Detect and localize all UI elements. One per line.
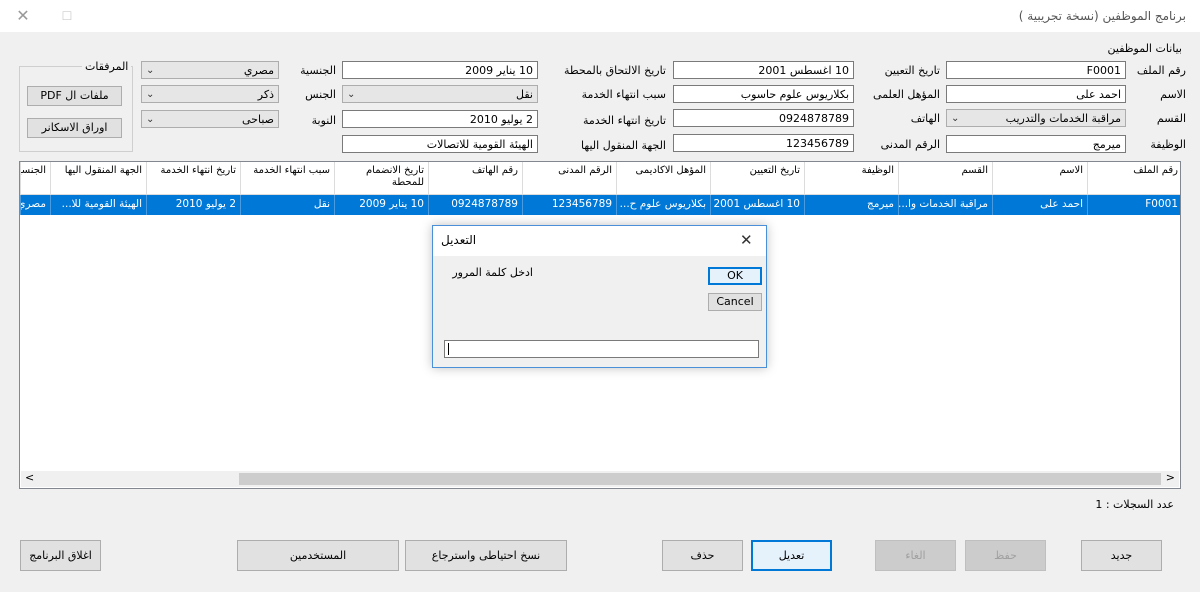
gender-combo[interactable]: ذكر ⌄: [141, 85, 279, 103]
nationality-combo[interactable]: مصري ⌄: [141, 61, 279, 79]
table-cell[interactable]: بكلاريوس علوم ح...: [616, 195, 710, 215]
scanner-papers-button[interactable]: اوراق الاسكانر: [27, 118, 122, 138]
title-bar: ✕ ☐ برنامج الموظفين (نسخة تجريبية ): [0, 0, 1200, 32]
shift-label: النوبة: [311, 114, 336, 127]
phone-field[interactable]: 0924878789: [673, 109, 854, 127]
civil-no-field[interactable]: 123456789: [673, 134, 854, 152]
hire-date-field[interactable]: 10 اغسطس 2001: [673, 61, 854, 79]
table-cell[interactable]: نقل: [240, 195, 334, 215]
scroll-right-icon[interactable]: >: [1166, 471, 1175, 484]
department-label: القسم: [1156, 112, 1186, 125]
join-date-field[interactable]: 10 يناير 2009: [342, 61, 538, 79]
maximize-icon[interactable]: ☐: [56, 6, 78, 26]
department-value: مراقبة الخدمات والتدريب: [1005, 112, 1121, 125]
civil-no-label: الرقم المدنى: [880, 138, 940, 151]
nationality-label: الجنسية: [300, 64, 336, 77]
chevron-down-icon: ⌄: [347, 89, 356, 100]
table-cell[interactable]: الهيئة القومية للا...: [50, 195, 146, 215]
department-combo[interactable]: مراقبة الخدمات والتدريب ⌄: [946, 109, 1126, 127]
hire-date-label: تاريخ التعيين: [884, 64, 940, 77]
column-header[interactable]: تاريخ الانضمام للمحطة: [334, 162, 428, 195]
file-no-label: رقم الملف: [1136, 64, 1186, 77]
phone-label: الهاتف: [910, 112, 940, 125]
column-header[interactable]: رقم الهاتف: [428, 162, 522, 195]
pdf-files-button[interactable]: ملفات ال PDF: [27, 86, 122, 106]
password-input[interactable]: [444, 340, 759, 358]
column-header[interactable]: الجنسية: [20, 162, 50, 195]
table-cell[interactable]: 0924878789: [428, 195, 522, 215]
cancel-button[interactable]: الغاء: [875, 540, 956, 571]
nationality-value: مصري: [243, 64, 274, 77]
column-header[interactable]: تاريخ التعيين: [710, 162, 804, 195]
edit-button[interactable]: تعديل: [751, 540, 832, 571]
dialog-title-bar: التعديل: [433, 226, 766, 256]
table-cell[interactable]: ميرمج: [804, 195, 898, 215]
gender-value: ذكر: [257, 88, 274, 101]
dialog-title: التعديل: [441, 233, 477, 247]
shift-combo[interactable]: صباحى ⌄: [141, 110, 279, 128]
end-reason-label: سبب انتهاء الخدمة: [581, 88, 666, 101]
backup-restore-button[interactable]: نسخ احتياطى واسترجاع: [405, 540, 567, 571]
shift-value: صباحى: [242, 113, 274, 126]
gender-label: الجنس: [305, 88, 336, 101]
table-cell[interactable]: F0001: [1087, 195, 1180, 215]
end-reason-value: نقل: [516, 88, 533, 101]
column-header[interactable]: الاسم: [992, 162, 1087, 195]
close-program-button[interactable]: اغلاق البرنامج: [20, 540, 101, 571]
record-count: عدد السجلات : 1: [1095, 498, 1174, 511]
column-header[interactable]: الوظيفة: [804, 162, 898, 195]
column-header[interactable]: المؤهل الاكاديمى: [616, 162, 710, 195]
window-title: برنامج الموظفين (نسخة تجريبية ): [1018, 9, 1186, 23]
new-button[interactable]: جديد: [1081, 540, 1162, 571]
dialog-close-icon[interactable]: ✕: [740, 231, 753, 249]
transfer-to-label: الجهة المنقول اليها: [581, 139, 666, 152]
column-header[interactable]: الرقم المدنى: [522, 162, 616, 195]
delete-button[interactable]: حذف: [662, 540, 743, 571]
qualification-label: المؤهل العلمى: [873, 88, 940, 101]
transfer-to-field[interactable]: الهيئة القومية للاتصالات: [342, 135, 538, 153]
password-dialog: التعديل ✕ ادخل كلمة المرور OK Cancel: [432, 225, 767, 368]
column-header[interactable]: رقم الملف: [1087, 162, 1180, 195]
close-icon[interactable]: ✕: [12, 6, 34, 26]
scrollbar-thumb[interactable]: [239, 473, 1161, 485]
dialog-cancel-button[interactable]: Cancel: [708, 293, 762, 311]
horizontal-scrollbar[interactable]: < >: [21, 471, 1179, 487]
end-reason-combo[interactable]: نقل ⌄: [342, 85, 538, 103]
chevron-down-icon: ⌄: [146, 65, 155, 76]
table-cell[interactable]: 2 يوليو 2010: [146, 195, 240, 215]
table-cell[interactable]: 123456789: [522, 195, 616, 215]
file-no-field[interactable]: F0001: [946, 61, 1126, 79]
scroll-left-icon[interactable]: <: [25, 471, 34, 484]
chevron-down-icon: ⌄: [951, 113, 960, 124]
name-label: الاسم: [1160, 88, 1186, 101]
end-date-label: تاريخ انتهاء الخدمة: [583, 114, 666, 127]
attachments-title: المرفقات: [82, 60, 132, 73]
job-field[interactable]: ميرمج: [946, 135, 1126, 153]
column-header[interactable]: القسم: [898, 162, 992, 195]
name-field[interactable]: احمد على: [946, 85, 1126, 103]
job-label: الوظيفة: [1150, 138, 1186, 151]
table-cell[interactable]: احمد على: [992, 195, 1087, 215]
attachments-group: [19, 66, 133, 152]
end-date-field[interactable]: 2 يوليو 2010: [342, 110, 538, 128]
save-button[interactable]: حفظ: [965, 540, 1046, 571]
chevron-down-icon: ⌄: [146, 89, 155, 100]
table-cell[interactable]: مراقبة الخدمات وا...: [898, 195, 992, 215]
column-header[interactable]: تاريخ انتهاء الخدمة: [146, 162, 240, 195]
text-cursor: [448, 343, 449, 355]
table-cell[interactable]: 10 يناير 2009: [334, 195, 428, 215]
column-header[interactable]: الجهة المنقول اليها: [50, 162, 146, 195]
ok-button[interactable]: OK: [708, 267, 762, 285]
dialog-prompt: ادخل كلمة المرور: [452, 266, 533, 279]
column-header[interactable]: سبب انتهاء الخدمة: [240, 162, 334, 195]
table-cell[interactable]: 10 اغسطس 2001: [710, 195, 804, 215]
qualification-field[interactable]: بكلاريوس علوم حاسوب: [673, 85, 854, 103]
users-button[interactable]: المستخدمين: [237, 540, 399, 571]
table-cell[interactable]: مصري: [20, 195, 50, 215]
chevron-down-icon: ⌄: [146, 114, 155, 125]
join-date-label: تاريخ الالتحاق بالمحطة: [563, 64, 666, 77]
section-title: بيانات الموظفين: [1107, 42, 1182, 55]
